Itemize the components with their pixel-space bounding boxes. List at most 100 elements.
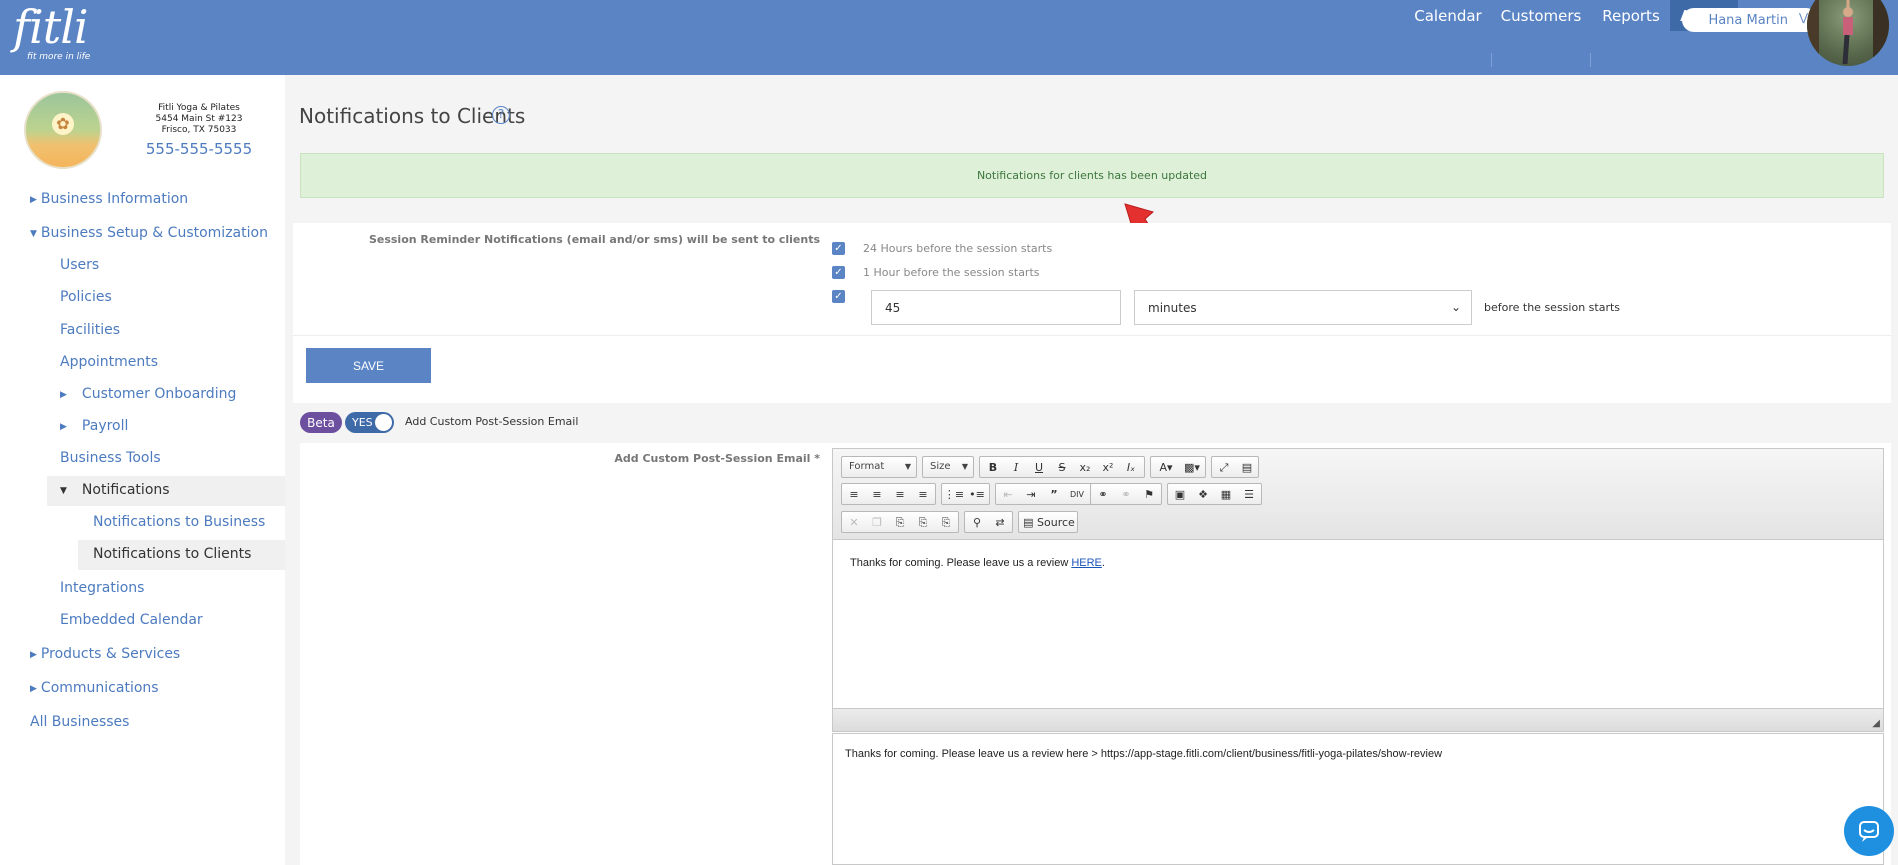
remove-format-icon[interactable]: Iₓ — [1120, 458, 1142, 477]
plain-text-email[interactable]: Thanks for coming. Please leave us a rev… — [832, 733, 1884, 865]
business-info: Fitli Yoga & Pilates 5454 Main St #123 F… — [140, 103, 258, 158]
nav-calendar[interactable]: Calendar — [1408, 0, 1488, 31]
anchor-flag-icon[interactable]: ⚑ — [1138, 485, 1160, 504]
size-label: Size — [930, 461, 951, 472]
clipboard-group: ✕ ❐ ⎘ ⎘ ⎘ — [841, 511, 959, 533]
source-group[interactable]: ▤ Source — [1018, 511, 1078, 533]
chat-support-button[interactable] — [1844, 806, 1894, 856]
sidebar-item-customer-onboarding[interactable]: ▶ Customer Onboarding — [60, 385, 236, 404]
sidebar-item-facilities[interactable]: Facilities — [60, 321, 120, 339]
fitli-logo[interactable]: fitli fit more in life — [13, 4, 90, 62]
sidebar-item-communications[interactable]: ▶ Communications — [30, 679, 159, 698]
paste-icon[interactable]: ⎘ — [889, 513, 911, 532]
italic-icon[interactable]: I — [1005, 458, 1027, 477]
strikethrough-icon[interactable]: S — [1051, 458, 1073, 477]
text-color-icon[interactable]: A▾ — [1153, 458, 1179, 477]
image-icon[interactable]: ▣ — [1169, 485, 1191, 504]
editor-content[interactable]: Thanks for coming. Please leave us a rev… — [833, 540, 1883, 710]
sidebar-item-users[interactable]: Users — [60, 256, 99, 274]
flash-icon[interactable]: ❖ — [1192, 485, 1214, 504]
sidebar-item-appointments[interactable]: Appointments — [60, 353, 158, 371]
sidebar-item-products-services[interactable]: ▶ Products & Services — [30, 645, 180, 664]
format-label: Format — [849, 461, 885, 472]
subscript-icon[interactable]: x₂ — [1074, 458, 1096, 477]
caret-down-icon: ▼ — [60, 486, 67, 496]
underline-icon[interactable]: U — [1028, 458, 1050, 477]
size-dropdown[interactable]: Size ▼ — [922, 456, 974, 478]
justify-icon[interactable]: ≡ — [912, 485, 934, 504]
list-group: ⋮≡ •≡ — [941, 483, 990, 505]
rich-text-editor: Format ▼ Size ▼ B I U S x₂ x² Iₓ A▾ ▩▾ ⤢ ▤… — [832, 448, 1884, 732]
sidebar-item-policies[interactable]: Policies — [60, 288, 112, 306]
resize-handle-icon[interactable]: ◢ — [1872, 718, 1880, 729]
business-address-line2: Frisco, TX 75033 — [161, 125, 237, 135]
copy-icon[interactable]: ❐ — [866, 513, 888, 532]
toggle-knob — [375, 414, 392, 431]
reminder-24h-checkbox[interactable]: ✓ — [832, 242, 845, 255]
avatar[interactable] — [1807, 0, 1889, 66]
sidebar-item-integrations[interactable]: Integrations — [60, 579, 144, 597]
cut-icon[interactable]: ✕ — [843, 513, 865, 532]
show-blocks-icon[interactable]: ▤ — [1236, 458, 1258, 477]
replace-icon[interactable]: ⇄ — [989, 513, 1011, 532]
sidebar-item-notifications-to-business[interactable]: Notifications to Business — [93, 513, 265, 531]
sidebar-item-label: Products & Services — [40, 646, 181, 662]
align-right-icon[interactable]: ≡ — [889, 485, 911, 504]
reminder-suffix: before the session starts — [1484, 301, 1621, 314]
horizontal-rule-icon[interactable]: ☰ — [1238, 485, 1260, 504]
link-icon[interactable]: ⚭ — [1092, 485, 1114, 504]
toggle-state: YES — [352, 416, 373, 429]
plain-text-content: Thanks for coming. Please leave us a rev… — [845, 748, 1443, 760]
align-left-icon[interactable]: ≡ — [843, 485, 865, 504]
reminder-unit-select[interactable]: minutes ⌄ — [1134, 290, 1472, 325]
superscript-icon[interactable]: x² — [1097, 458, 1119, 477]
table-icon[interactable]: ▦ — [1215, 485, 1237, 504]
bold-icon[interactable]: B — [982, 458, 1004, 477]
top-header: fitli fit more in life Calendar Customer… — [0, 0, 1898, 75]
sidebar-item-all-businesses[interactable]: All Businesses — [30, 713, 129, 731]
sidebar-item-embedded-calendar[interactable]: Embedded Calendar — [60, 611, 203, 629]
align-center-icon[interactable]: ≡ — [866, 485, 888, 504]
format-dropdown[interactable]: Format ▼ — [841, 456, 917, 478]
reminder-label: Session Reminder Notifications (email an… — [368, 233, 820, 246]
editor-footer: ◢ — [833, 708, 1883, 731]
sidebar-item-label: Customer Onboarding — [81, 386, 237, 402]
business-logo: ✿ — [24, 91, 102, 169]
align-group: ≡ ≡ ≡ ≡ — [841, 483, 936, 505]
paste-word-icon[interactable]: ⎘ — [935, 513, 957, 532]
sidebar-item-business-setup[interactable]: ▼ Business Setup & Customization — [30, 224, 268, 243]
maximize-icon[interactable]: ⤢ — [1213, 458, 1235, 477]
reminder-1h-checkbox[interactable]: ✓ — [832, 266, 845, 279]
nav-customers[interactable]: Customers — [1500, 0, 1582, 31]
custom-email-toggle[interactable]: YES — [345, 412, 394, 433]
search-icon[interactable]: ⚲ — [966, 513, 988, 532]
paste-text-icon[interactable]: ⎘ — [912, 513, 934, 532]
sidebar-item-business-information[interactable]: ▶ Business Information — [30, 190, 188, 209]
sidebar-item-payroll[interactable]: ▶ Payroll — [60, 417, 128, 436]
save-button[interactable]: SAVE — [306, 348, 431, 383]
outdent-icon[interactable]: ⇤ — [997, 485, 1019, 504]
sidebar: ✿ Fitli Yoga & Pilates 5454 Main St #123… — [0, 75, 285, 865]
sidebar-item-notifications-to-clients[interactable]: Notifications to Clients — [93, 545, 251, 563]
toggle-label: Add Custom Post-Session Email — [405, 415, 579, 428]
source-button[interactable]: ▤ Source — [1021, 513, 1077, 532]
indent-icon[interactable]: ⇥ — [1020, 485, 1042, 504]
business-phone[interactable]: 555-555-5555 — [140, 140, 258, 158]
reminder-custom-checkbox[interactable]: ✓ — [832, 290, 845, 303]
user-menu[interactable]: Hana Martin ⋁ — [1682, 8, 1818, 32]
bulleted-list-icon[interactable]: •≡ — [966, 485, 988, 504]
help-icon[interactable]: ? — [492, 106, 510, 124]
reminder-24h-label: 24 Hours before the session starts — [863, 242, 1053, 255]
blockquote-icon[interactable]: ” — [1043, 485, 1065, 504]
numbered-list-icon[interactable]: ⋮≡ — [943, 485, 965, 504]
unlink-icon[interactable]: ⚭ — [1115, 485, 1137, 504]
view-group: ⤢ ▤ — [1211, 456, 1259, 478]
div-container-icon[interactable]: DIV — [1066, 485, 1088, 504]
caret-right-icon: ▶ — [30, 650, 37, 660]
nav-reports[interactable]: Reports — [1596, 0, 1666, 31]
sidebar-item-business-tools[interactable]: Business Tools — [60, 449, 161, 467]
reminder-amount-input[interactable]: 45 — [871, 290, 1121, 325]
background-color-icon[interactable]: ▩▾ — [1179, 458, 1205, 477]
sidebar-item-notifications[interactable]: ▼ Notifications — [60, 481, 170, 500]
review-link[interactable]: HERE — [1071, 557, 1102, 569]
